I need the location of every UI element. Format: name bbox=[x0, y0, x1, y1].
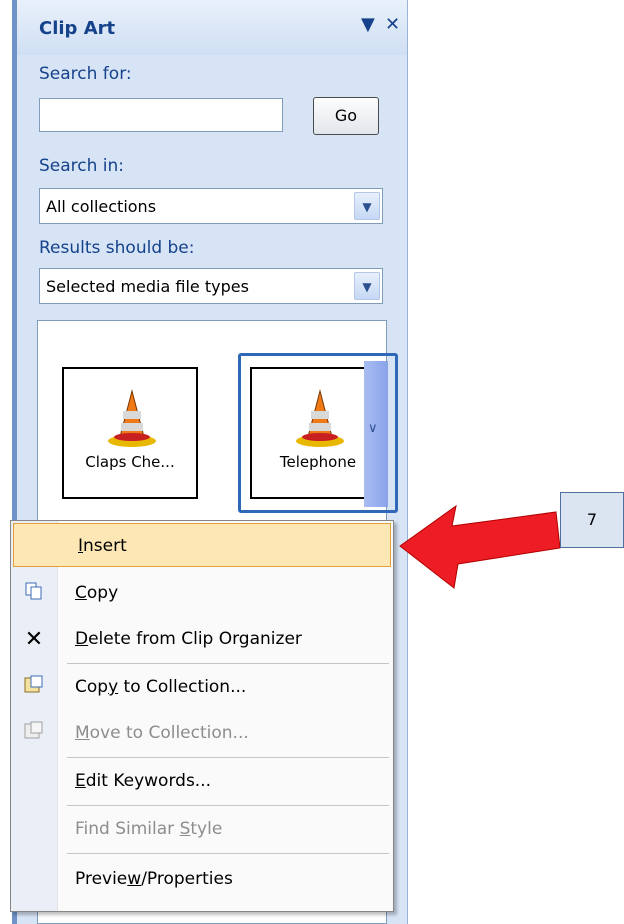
menu-separator bbox=[67, 757, 389, 758]
traffic-cone-icon bbox=[296, 389, 344, 447]
search-for-label: Search for: bbox=[39, 64, 132, 84]
search-in-value: All collections bbox=[46, 197, 157, 216]
results-type-value: Selected media file types bbox=[46, 277, 249, 296]
menu-item-copy[interactable]: Copy bbox=[11, 571, 393, 615]
delete-x-icon: ✕ bbox=[24, 627, 44, 652]
menu-item-copy-to-collection[interactable]: Copy to Collection... bbox=[11, 665, 393, 709]
clip-thumbnail[interactable]: Claps Che... bbox=[62, 367, 198, 499]
chevron-down-icon: ∨ bbox=[368, 421, 378, 436]
menu-item-move-to-collection[interactable]: Move to Collection... bbox=[11, 711, 393, 755]
copy-icon bbox=[23, 581, 45, 603]
pane-options-dropdown-icon[interactable]: ▼ bbox=[361, 16, 375, 34]
search-input[interactable] bbox=[39, 98, 283, 132]
task-pane-titlebar: Clip Art ▼ ✕ bbox=[17, 0, 407, 55]
search-in-select[interactable]: All collections ▼ bbox=[39, 188, 383, 224]
menu-separator bbox=[67, 663, 389, 664]
results-type-select[interactable]: Selected media file types ▼ bbox=[39, 268, 383, 304]
chevron-down-icon[interactable]: ▼ bbox=[354, 272, 380, 300]
results-should-be-label: Results should be: bbox=[39, 238, 195, 258]
close-icon[interactable]: ✕ bbox=[385, 16, 400, 34]
task-pane-title: Clip Art bbox=[39, 18, 116, 39]
menu-item-find-similar-style[interactable]: Find Similar Style bbox=[11, 807, 393, 851]
menu-separator bbox=[67, 853, 389, 854]
menu-item-insert[interactable]: Insert bbox=[13, 523, 391, 567]
go-button[interactable]: Go bbox=[313, 97, 379, 135]
menu-separator bbox=[67, 805, 389, 806]
clip-caption: Claps Che... bbox=[85, 453, 175, 471]
move-to-collection-icon bbox=[23, 721, 45, 743]
annotation-arrow-icon bbox=[399, 504, 561, 589]
chevron-down-icon[interactable]: ▼ bbox=[354, 192, 380, 220]
menu-item-delete[interactable]: ✕ Delete from Clip Organizer bbox=[11, 617, 393, 661]
copy-to-collection-icon bbox=[23, 675, 45, 697]
traffic-cone-icon bbox=[108, 389, 156, 447]
context-menu: Insert Copy ✕ Delete from Clip Organizer… bbox=[10, 520, 394, 912]
step-callout: 7 bbox=[560, 492, 624, 548]
menu-item-preview-properties[interactable]: Preview/Properties bbox=[11, 857, 393, 901]
clip-dropdown-bar[interactable]: ∨ bbox=[364, 361, 388, 507]
menu-item-edit-keywords[interactable]: Edit Keywords... bbox=[11, 759, 393, 803]
search-in-label: Search in: bbox=[39, 156, 125, 176]
